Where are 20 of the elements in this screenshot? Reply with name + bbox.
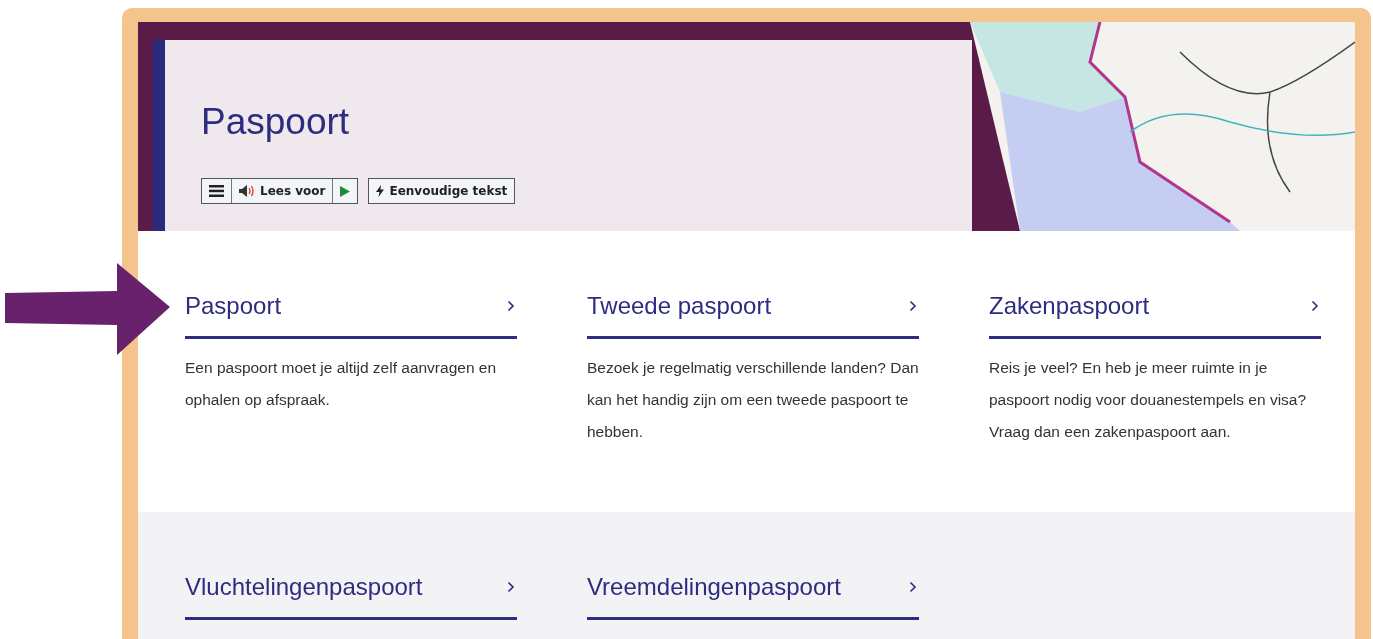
- card-description: Reis je veel? En heb je meer ruimte in je paspoort nodig voor douanestempels en visa? Vraag dan een zakenpaspoort aan.: [989, 358, 1308, 442]
- card-link[interactable]: Vluchtelingenpaspoort: [185, 572, 517, 620]
- lightning-icon: [376, 185, 385, 197]
- menu-icon: [209, 185, 224, 197]
- card-link[interactable]: Tweede paspoort: [587, 291, 919, 339]
- card-link[interactable]: Vreemdelingenpaspoort: [587, 572, 919, 620]
- card-link[interactable]: Zakenpaspoort: [989, 291, 1321, 339]
- chevron-right-icon: [909, 300, 917, 312]
- speaker-icon: [239, 185, 255, 197]
- read-aloud-button[interactable]: Lees voor: [231, 179, 333, 203]
- simple-text-button[interactable]: Eenvoudige tekst: [369, 179, 515, 203]
- card-description: Een paspoort moet je altijd zelf aanvragen en ophalen op afspraak.: [185, 358, 498, 410]
- card-link[interactable]: Paspoort: [185, 291, 517, 339]
- chevron-right-icon: [507, 300, 515, 312]
- chevron-right-icon: [1311, 300, 1319, 312]
- chevron-right-icon: [909, 581, 917, 593]
- chevron-right-icon: [507, 581, 515, 593]
- page-title: Paspoort: [200, 100, 351, 144]
- card-description: Bezoek je regelmatig verschillende landen? Dan kan het handig zijn om een tweede paspoort te hebben.: [587, 358, 919, 442]
- play-icon: [340, 185, 351, 197]
